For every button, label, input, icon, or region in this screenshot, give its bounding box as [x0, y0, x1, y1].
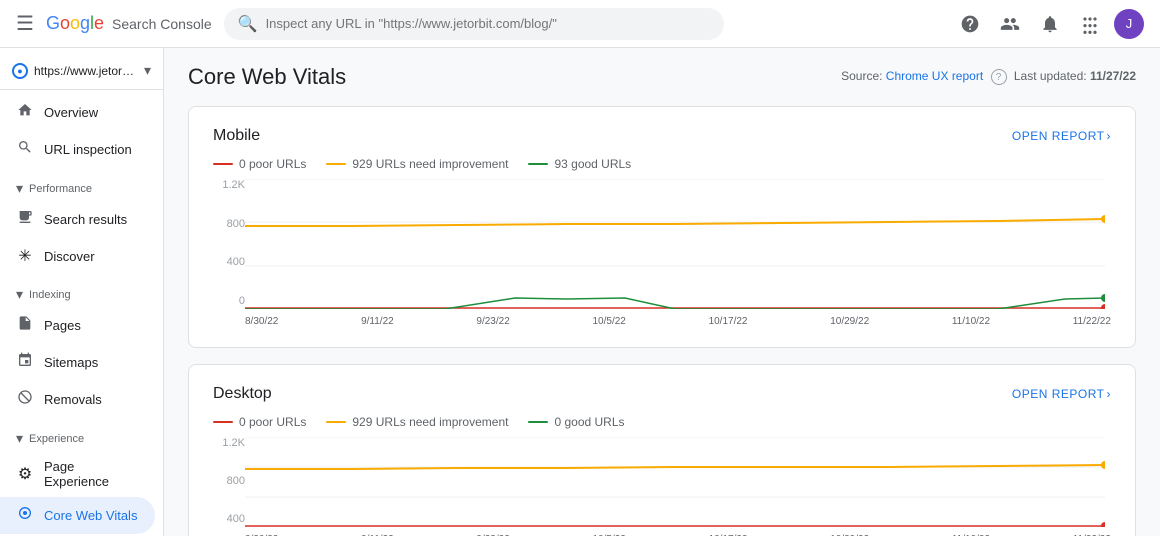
sidebar-item-pages[interactable]: Pages	[0, 307, 155, 344]
sidebar-item-overview[interactable]: Overview	[0, 94, 155, 131]
indexing-section-label: Indexing	[29, 289, 71, 301]
cards-container: Mobile OPEN REPORT › 0 poor URLs 929 URL…	[164, 98, 1160, 536]
topbar-actions: J	[954, 8, 1144, 40]
sidebar-sitemaps-label: Sitemaps	[44, 355, 98, 370]
sidebar-item-search-results[interactable]: Search results	[0, 201, 155, 238]
product-name: Search Console	[112, 16, 212, 32]
site-selector-chevron: ▾	[144, 62, 151, 79]
home-icon	[16, 102, 34, 123]
desktop-chart-svg	[245, 437, 1105, 527]
performance-chevron: ▾	[16, 180, 23, 197]
core-web-vitals-icon	[16, 505, 34, 526]
notifications-icon[interactable]	[1034, 8, 1066, 40]
logo: Google Search Console	[46, 13, 212, 34]
search-results-icon	[16, 209, 34, 230]
mobile-x-labels: 8/30/22 9/11/22 9/23/22 10/5/22 10/17/22…	[245, 312, 1111, 327]
sidebar-removals-label: Removals	[44, 392, 102, 407]
sidebar-section-performance[interactable]: ▾ Performance	[0, 168, 163, 201]
desktop-improvement-line	[326, 421, 346, 423]
page-meta: Source: Chrome UX report ? Last updated:…	[841, 69, 1136, 85]
desktop-legend: 0 poor URLs 929 URLs need improvement 0 …	[213, 415, 1111, 429]
sidebar-item-core-web-vitals[interactable]: Core Web Vitals	[0, 497, 155, 534]
sidebar-discover-label: Discover	[44, 249, 95, 264]
sidebar-section-indexing[interactable]: ▾ Indexing	[0, 274, 163, 307]
desktop-card: Desktop OPEN REPORT › 0 poor URLs 929 UR…	[188, 364, 1136, 536]
mobile-improvement-line	[326, 163, 346, 165]
performance-section-label: Performance	[29, 183, 92, 195]
mobile-chart-right: 8/30/22 9/11/22 9/23/22 10/5/22 10/17/22…	[245, 179, 1111, 327]
desktop-chart-right: 8/30/22 9/11/22 9/23/22 10/5/22 10/17/22…	[245, 437, 1111, 536]
sidebar-page-experience-label: Page Experience	[44, 459, 139, 489]
sidebar-item-page-experience[interactable]: ⚙ Page Experience	[0, 451, 155, 497]
sidebar-item-sitemaps[interactable]: Sitemaps	[0, 344, 155, 381]
content-area: Core Web Vitals Source: Chrome UX report…	[164, 48, 1160, 536]
last-updated-label: Last updated:	[1014, 69, 1087, 83]
page-experience-icon: ⚙	[16, 464, 34, 484]
site-selector[interactable]: ● https://www.jetorbit... ▾	[0, 56, 163, 90]
sidebar-url-inspection-label: URL inspection	[44, 142, 132, 157]
menu-icon[interactable]: ☰	[16, 11, 34, 36]
source-help-icon[interactable]: ?	[991, 69, 1007, 85]
last-updated-value: 11/27/22	[1090, 69, 1136, 83]
mobile-legend-poor: 0 poor URLs	[213, 157, 306, 171]
search-icon	[16, 139, 34, 160]
mobile-y-labels: 1.2K 800 400 0	[213, 179, 245, 327]
main-layout: ● https://www.jetorbit... ▾ Overview URL…	[0, 48, 1160, 536]
site-icon: ●	[12, 63, 28, 79]
mobile-good-line	[528, 163, 548, 165]
desktop-y-labels: 1.2K 800 400	[213, 437, 245, 536]
sidebar-core-web-vitals-label: Core Web Vitals	[44, 508, 137, 523]
search-icon: 🔍	[238, 14, 258, 34]
mobile-legend-needs-improvement: 929 URLs need improvement	[326, 157, 508, 171]
source-label: Source:	[841, 69, 882, 83]
indexing-chevron: ▾	[16, 286, 23, 303]
experience-section-label: Experience	[29, 433, 84, 445]
sitemaps-icon	[16, 352, 34, 373]
desktop-open-report-button[interactable]: OPEN REPORT ›	[1012, 387, 1111, 401]
removals-icon	[16, 389, 34, 410]
search-input[interactable]	[266, 16, 710, 31]
desktop-x-labels: 8/30/22 9/11/22 9/23/22 10/5/22 10/17/22…	[245, 530, 1111, 536]
avatar[interactable]: J	[1114, 9, 1144, 39]
desktop-legend-poor: 0 poor URLs	[213, 415, 306, 429]
desktop-legend-good: 0 good URLs	[528, 415, 624, 429]
mobile-chart-svg	[245, 179, 1105, 309]
mobile-card-title: Mobile	[213, 127, 260, 145]
discover-icon: ✳	[16, 246, 34, 266]
sidebar-section-experience[interactable]: ▾ Experience	[0, 418, 163, 451]
sidebar-item-url-inspection[interactable]: URL inspection	[0, 131, 155, 168]
topbar: ☰ Google Search Console 🔍 J	[0, 0, 1160, 48]
desktop-chart-wrapper: 1.2K 800 400	[213, 437, 1111, 536]
desktop-poor-line	[213, 421, 233, 423]
sidebar-item-discover[interactable]: ✳ Discover	[0, 238, 155, 274]
pages-icon	[16, 315, 34, 336]
mobile-poor-line	[213, 163, 233, 165]
sidebar: ● https://www.jetorbit... ▾ Overview URL…	[0, 48, 164, 536]
sidebar-item-removals[interactable]: Removals	[0, 381, 155, 418]
mobile-open-report-button[interactable]: OPEN REPORT ›	[1012, 129, 1111, 143]
mobile-legend-good: 93 good URLs	[528, 157, 631, 171]
desktop-legend-needs-improvement: 929 URLs need improvement	[326, 415, 508, 429]
desktop-card-title: Desktop	[213, 385, 272, 403]
accounts-icon[interactable]	[994, 8, 1026, 40]
page-title: Core Web Vitals	[188, 64, 346, 90]
sidebar-overview-label: Overview	[44, 105, 98, 120]
mobile-card-header: Mobile OPEN REPORT ›	[213, 127, 1111, 145]
help-icon[interactable]	[954, 8, 986, 40]
page-header: Core Web Vitals Source: Chrome UX report…	[164, 48, 1160, 98]
site-url: https://www.jetorbit...	[34, 64, 138, 78]
mobile-card: Mobile OPEN REPORT › 0 poor URLs 929 URL…	[188, 106, 1136, 348]
logo-text: Google	[46, 13, 104, 34]
source-link[interactable]: Chrome UX report	[886, 69, 983, 83]
mobile-legend: 0 poor URLs 929 URLs need improvement 93…	[213, 157, 1111, 171]
apps-icon[interactable]	[1074, 8, 1106, 40]
experience-chevron: ▾	[16, 430, 23, 447]
desktop-good-line	[528, 421, 548, 423]
sidebar-search-results-label: Search results	[44, 212, 127, 227]
mobile-chart-wrapper: 1.2K 800 400 0	[213, 179, 1111, 327]
search-bar[interactable]: 🔍	[224, 8, 724, 40]
desktop-card-header: Desktop OPEN REPORT ›	[213, 385, 1111, 403]
sidebar-pages-label: Pages	[44, 318, 81, 333]
